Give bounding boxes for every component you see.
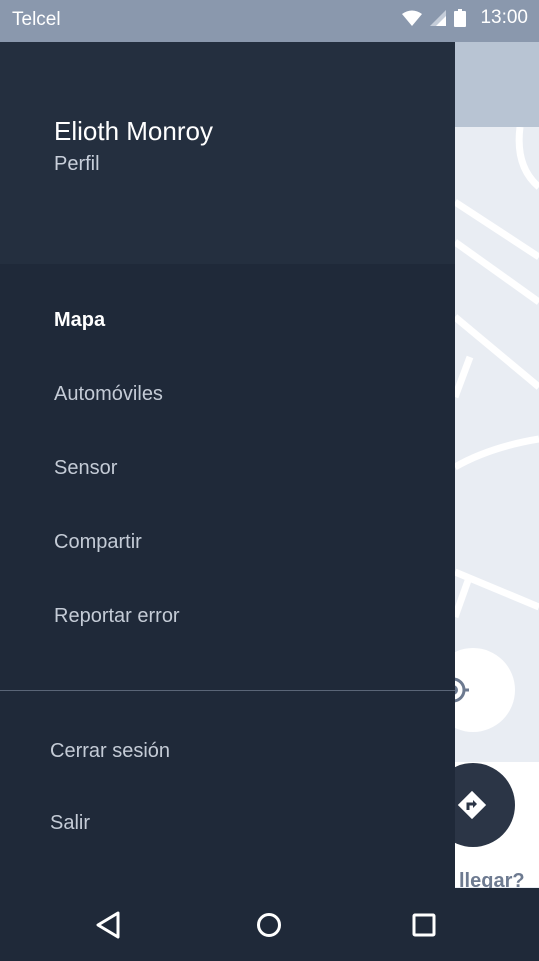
user-name: Elioth Monroy — [54, 116, 213, 146]
carrier-name: Telcel — [12, 9, 61, 30]
app-screen: Telcel 13:00 llegar? Elioth Monroy Perfi… — [0, 0, 539, 961]
home-icon[interactable] — [252, 908, 286, 942]
signal-icon — [430, 10, 447, 26]
wifi-icon — [402, 10, 423, 26]
menu-item-sensor[interactable]: Sensor — [54, 457, 117, 480]
exit-item[interactable]: Salir — [50, 812, 90, 835]
status-time: 13:00 — [480, 7, 528, 28]
status-bar: Telcel 13:00 — [0, 0, 539, 42]
drawer-divider — [0, 690, 455, 691]
menu-item-mapa[interactable]: Mapa — [54, 309, 105, 332]
status-icons: 13:00 — [402, 7, 528, 29]
system-nav-bar — [0, 888, 539, 961]
battery-icon — [454, 9, 467, 27]
route-icon — [455, 788, 489, 822]
menu-item-compartir[interactable]: Compartir — [54, 531, 142, 554]
recents-icon[interactable] — [407, 908, 441, 942]
menu-item-reportar-error[interactable]: Reportar error — [54, 605, 180, 628]
menu-item-automoviles[interactable]: Automóviles — [54, 383, 163, 406]
drawer-header: Elioth Monroy Perfil — [0, 42, 455, 264]
back-icon[interactable] — [91, 908, 125, 942]
navigation-drawer: Elioth Monroy Perfil Mapa Automóviles Se… — [0, 42, 455, 888]
profile-link[interactable]: Perfil — [54, 153, 100, 176]
logout-item[interactable]: Cerrar sesión — [50, 740, 170, 763]
